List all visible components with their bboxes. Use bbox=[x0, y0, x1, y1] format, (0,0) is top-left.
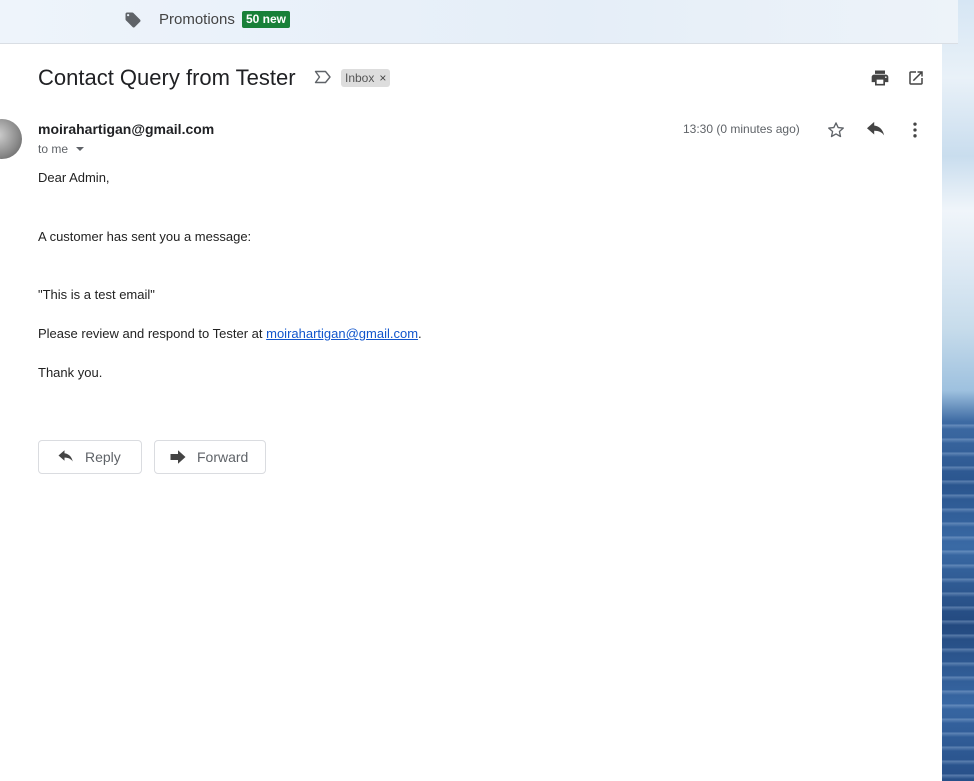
remove-label-icon[interactable]: × bbox=[379, 69, 386, 87]
body-closing: Thank you. bbox=[38, 365, 103, 380]
body-review-line: Please review and respond to Tester at m… bbox=[38, 326, 422, 341]
important-marker-icon[interactable] bbox=[314, 70, 332, 84]
reply-icon[interactable] bbox=[865, 121, 887, 139]
forward-button[interactable]: Forward bbox=[154, 440, 266, 474]
recipient-label: to me bbox=[38, 142, 69, 156]
email-view: Contact Query from Tester Inbox × moirah… bbox=[0, 44, 942, 781]
review-email-link[interactable]: moirahartigan@gmail.com bbox=[266, 326, 418, 341]
star-icon[interactable] bbox=[826, 120, 846, 140]
forward-icon bbox=[170, 450, 186, 464]
chevron-down-icon bbox=[76, 147, 85, 151]
email-timestamp: 13:30 (0 minutes ago) bbox=[683, 122, 800, 136]
inbox-label-text: Inbox bbox=[345, 71, 375, 85]
body-greeting: Dear Admin, bbox=[38, 170, 110, 185]
email-subject: Contact Query from Tester bbox=[38, 65, 296, 90]
inbox-label-chip: Inbox × bbox=[341, 69, 391, 87]
forward-button-label: Forward bbox=[197, 449, 249, 465]
promotions-row[interactable]: Promotions 50 new bbox=[0, 0, 958, 44]
sender-email[interactable]: moirahartigan@gmail.com bbox=[38, 121, 214, 137]
reply-button[interactable]: Reply bbox=[38, 440, 142, 474]
background-image bbox=[942, 0, 974, 781]
reply-button-label: Reply bbox=[85, 449, 121, 465]
print-icon[interactable] bbox=[870, 68, 890, 88]
promotions-label: Promotions bbox=[159, 11, 235, 28]
reply-icon bbox=[58, 450, 73, 462]
promotions-new-badge: 50 new bbox=[242, 11, 291, 28]
review-prefix: Please review and respond to Tester at bbox=[38, 326, 267, 341]
more-vertical-icon[interactable] bbox=[905, 120, 925, 140]
body-quote: "This is a test email" bbox=[38, 287, 155, 302]
avatar[interactable] bbox=[0, 119, 22, 159]
body-intro: A customer has sent you a message: bbox=[38, 229, 252, 244]
tag-icon bbox=[125, 12, 141, 28]
recipient-details-toggle[interactable]: to me bbox=[38, 142, 85, 156]
open-in-new-window-icon[interactable] bbox=[907, 69, 925, 87]
review-suffix: . bbox=[418, 326, 422, 341]
